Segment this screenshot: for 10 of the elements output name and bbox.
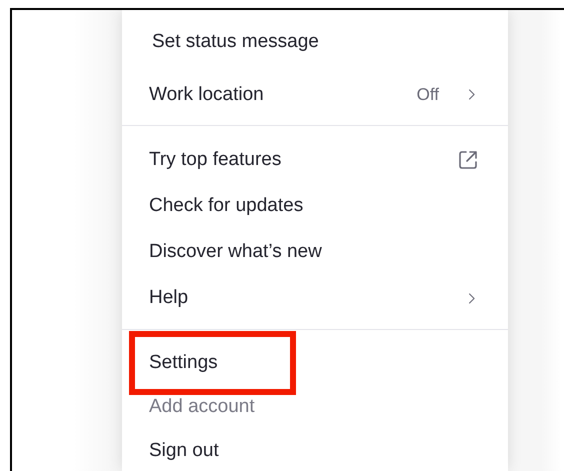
menu-item[interactable]: Sign out [122,429,508,471]
menu-item[interactable]: Check for updates [122,183,508,229]
menu-item[interactable]: Settings [122,341,508,385]
item-value: Off [416,84,439,104]
menu-item[interactable]: Set status message [122,17,508,66]
menu-item[interactable]: Try top features [122,137,508,183]
menu-item[interactable]: Help [122,275,508,321]
menu-item[interactable]: Discover what’s new [122,229,508,275]
menu-item[interactable]: Work location Off [122,70,508,119]
external-link-icon [458,150,478,170]
